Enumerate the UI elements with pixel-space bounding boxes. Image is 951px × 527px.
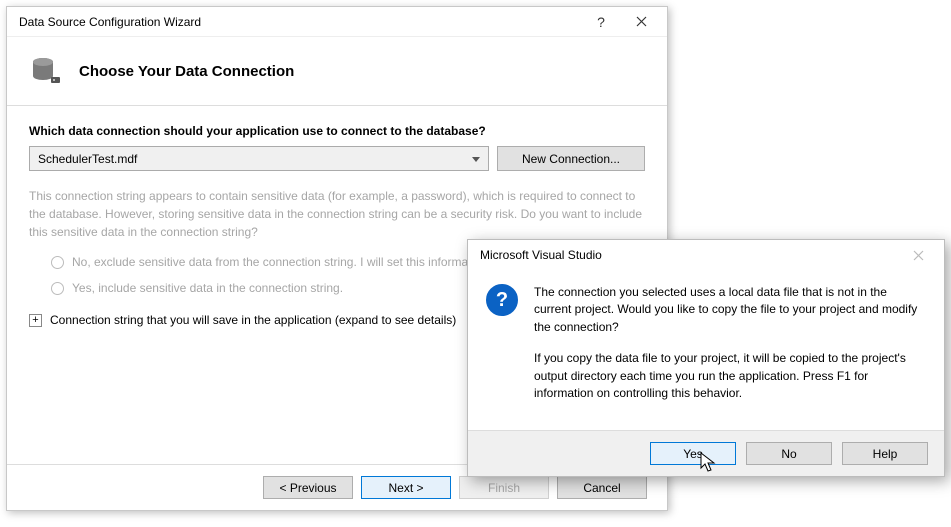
question-icon: ? (486, 284, 518, 316)
help-button[interactable]: ? (581, 8, 621, 36)
cancel-button[interactable]: Cancel (557, 476, 647, 499)
next-button[interactable]: Next > (361, 476, 451, 499)
finish-button: Finish (459, 476, 549, 499)
dialog-titlebar: Microsoft Visual Studio (468, 240, 944, 270)
radio-include-label: Yes, include sensitive data in the conne… (72, 281, 343, 295)
no-button[interactable]: No (746, 442, 832, 465)
connection-selected-value: SchedulerTest.mdf (38, 152, 137, 166)
connection-dropdown[interactable]: SchedulerTest.mdf (29, 146, 489, 171)
radio-icon (51, 256, 64, 269)
wizard-header: Choose Your Data Connection (7, 37, 667, 106)
yes-button[interactable]: Yes (650, 442, 736, 465)
new-connection-button[interactable]: New Connection... (497, 146, 645, 171)
dialog-footer: Yes No Help (468, 430, 944, 476)
help-button[interactable]: Help (842, 442, 928, 465)
connection-prompt: Which data connection should your applic… (29, 124, 645, 138)
database-icon (29, 55, 61, 87)
close-icon[interactable] (898, 241, 938, 269)
dialog-text: The connection you selected uses a local… (534, 284, 922, 416)
dialog-title: Microsoft Visual Studio (480, 248, 898, 262)
sensitive-data-hint: This connection string appears to contai… (29, 187, 645, 241)
plus-icon: + (29, 314, 42, 327)
wizard-titlebar: Data Source Configuration Wizard ? (7, 7, 667, 37)
wizard-title: Data Source Configuration Wizard (19, 15, 581, 29)
previous-button[interactable]: < Previous (263, 476, 353, 499)
radio-icon (51, 282, 64, 295)
connection-string-label: Connection string that you will save in … (50, 313, 456, 327)
dialog-paragraph-2: If you copy the data file to your projec… (534, 350, 922, 402)
dialog-body: ? The connection you selected uses a loc… (468, 270, 944, 426)
dialog-paragraph-1: The connection you selected uses a local… (534, 284, 922, 336)
confirm-dialog: Microsoft Visual Studio ? The connection… (467, 239, 945, 477)
connection-row: SchedulerTest.mdf New Connection... (29, 146, 645, 171)
wizard-header-title: Choose Your Data Connection (79, 63, 294, 80)
close-icon[interactable] (621, 8, 661, 36)
